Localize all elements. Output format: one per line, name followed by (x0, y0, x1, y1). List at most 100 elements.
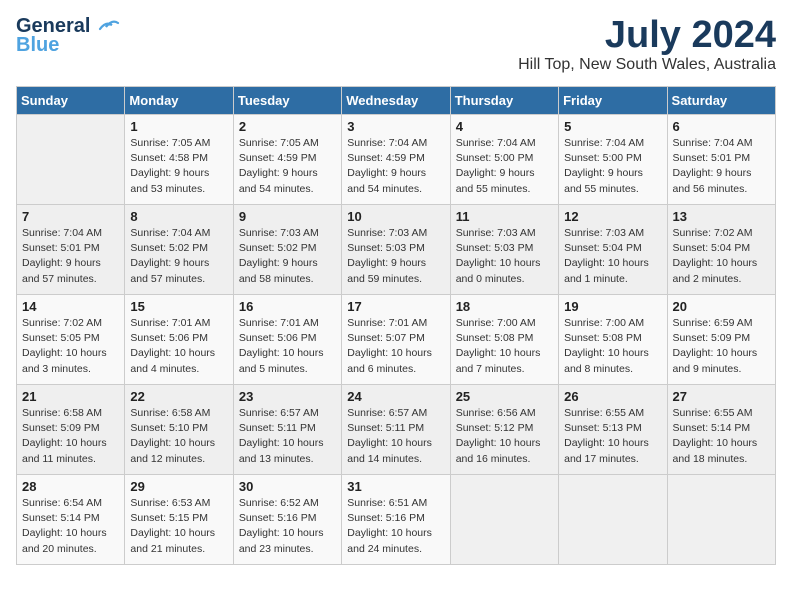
day-info: Sunrise: 7:05 AMSunset: 4:59 PMDaylight:… (239, 136, 336, 197)
calendar-header-row: SundayMondayTuesdayWednesdayThursdayFrid… (17, 87, 776, 115)
calendar-cell: 26 Sunrise: 6:55 AMSunset: 5:13 PMDayligh… (559, 385, 667, 475)
day-number: 8 (130, 209, 227, 224)
day-info: Sunrise: 7:04 AMSunset: 5:02 PMDaylight:… (130, 226, 227, 287)
day-info: Sunrise: 7:04 AMSunset: 5:00 PMDaylight:… (456, 136, 553, 197)
calendar-cell: 13 Sunrise: 7:02 AMSunset: 5:04 PMDayligh… (667, 205, 775, 295)
calendar-cell: 24 Sunrise: 6:57 AMSunset: 5:11 PMDayligh… (342, 385, 450, 475)
day-info: Sunrise: 6:55 AMSunset: 5:14 PMDaylight:… (673, 406, 770, 467)
day-number: 27 (673, 389, 770, 404)
calendar-cell: 16 Sunrise: 7:01 AMSunset: 5:06 PMDayligh… (233, 295, 341, 385)
day-info: Sunrise: 6:58 AMSunset: 5:09 PMDaylight:… (22, 406, 119, 467)
day-number: 10 (347, 209, 444, 224)
calendar-week-5: 28Sunrise: 6:54 AMSunset: 5:14 PMDayligh… (17, 475, 776, 565)
day-number: 16 (239, 299, 336, 314)
calendar-cell: 21 Sunrise: 6:58 AMSunset: 5:09 PMDayligh… (17, 385, 125, 475)
day-header-sunday: Sunday (17, 87, 125, 115)
page-header: General Blue July 2024 Hill Top, New Sou… (16, 16, 776, 74)
day-number: 24 (347, 389, 444, 404)
day-number: 13 (673, 209, 770, 224)
day-info: Sunrise: 6:59 AMSunset: 5:09 PMDaylight:… (673, 316, 770, 377)
day-number: 3 (347, 119, 444, 134)
day-number: 6 (673, 119, 770, 134)
calendar-cell: 10Sunrise: 7:03 AMSunset: 5:03 PMDayligh… (342, 205, 450, 295)
calendar-cell: 28Sunrise: 6:54 AMSunset: 5:14 PMDayligh… (17, 475, 125, 565)
day-info: Sunrise: 7:00 AMSunset: 5:08 PMDaylight:… (456, 316, 553, 377)
day-header-saturday: Saturday (667, 87, 775, 115)
day-info: Sunrise: 6:58 AMSunset: 5:10 PMDaylight:… (130, 406, 227, 467)
day-number: 20 (673, 299, 770, 314)
calendar-cell: 12 Sunrise: 7:03 AMSunset: 5:04 PMDayligh… (559, 205, 667, 295)
day-info: Sunrise: 7:01 AMSunset: 5:07 PMDaylight:… (347, 316, 444, 377)
calendar-cell (17, 115, 125, 205)
day-number: 1 (130, 119, 227, 134)
day-header-monday: Monday (125, 87, 233, 115)
day-number: 5 (564, 119, 661, 134)
calendar-cell: 18 Sunrise: 7:00 AMSunset: 5:08 PMDayligh… (450, 295, 558, 385)
day-number: 7 (22, 209, 119, 224)
calendar-cell: 29Sunrise: 6:53 AMSunset: 5:15 PMDayligh… (125, 475, 233, 565)
day-info: Sunrise: 7:00 AMSunset: 5:08 PMDaylight:… (564, 316, 661, 377)
day-info: Sunrise: 6:54 AMSunset: 5:14 PMDaylight:… (22, 496, 119, 557)
day-number: 21 (22, 389, 119, 404)
calendar-body: 1 Sunrise: 7:05 AMSunset: 4:58 PMDaylight… (17, 115, 776, 565)
day-number: 11 (456, 209, 553, 224)
day-number: 22 (130, 389, 227, 404)
calendar-cell: 1 Sunrise: 7:05 AMSunset: 4:58 PMDaylight… (125, 115, 233, 205)
calendar-cell: 31 Sunrise: 6:51 AMSunset: 5:16 PMDayligh… (342, 475, 450, 565)
calendar-cell: 27 Sunrise: 6:55 AMSunset: 5:14 PMDayligh… (667, 385, 775, 475)
day-info: Sunrise: 7:05 AMSunset: 4:58 PMDaylight:… (130, 136, 227, 197)
day-number: 18 (456, 299, 553, 314)
calendar-week-1: 1 Sunrise: 7:05 AMSunset: 4:58 PMDaylight… (17, 115, 776, 205)
day-info: Sunrise: 6:55 AMSunset: 5:13 PMDaylight:… (564, 406, 661, 467)
bird-icon (98, 19, 120, 35)
day-number: 30 (239, 479, 336, 494)
day-header-wednesday: Wednesday (342, 87, 450, 115)
day-info: Sunrise: 7:03 AMSunset: 5:02 PMDaylight:… (239, 226, 336, 287)
day-info: Sunrise: 7:02 AMSunset: 5:04 PMDaylight:… (673, 226, 770, 287)
calendar-cell: 23 Sunrise: 6:57 AMSunset: 5:11 PMDayligh… (233, 385, 341, 475)
day-header-thursday: Thursday (450, 87, 558, 115)
day-number: 31 (347, 479, 444, 494)
logo-blue: Blue (16, 34, 59, 57)
day-number: 17 (347, 299, 444, 314)
day-info: Sunrise: 6:51 AMSunset: 5:16 PMDaylight:… (347, 496, 444, 557)
day-info: Sunrise: 7:04 AMSunset: 4:59 PMDaylight:… (347, 136, 444, 197)
logo: General Blue (16, 16, 120, 57)
day-info: Sunrise: 6:57 AMSunset: 5:11 PMDaylight:… (347, 406, 444, 467)
day-number: 26 (564, 389, 661, 404)
day-info: Sunrise: 6:57 AMSunset: 5:11 PMDaylight:… (239, 406, 336, 467)
calendar-cell (667, 475, 775, 565)
day-number: 12 (564, 209, 661, 224)
day-info: Sunrise: 7:04 AMSunset: 5:00 PMDaylight:… (564, 136, 661, 197)
day-number: 19 (564, 299, 661, 314)
calendar-cell: 7 Sunrise: 7:04 AMSunset: 5:01 PMDaylight… (17, 205, 125, 295)
day-number: 9 (239, 209, 336, 224)
calendar-cell (559, 475, 667, 565)
calendar-cell: 19 Sunrise: 7:00 AMSunset: 5:08 PMDayligh… (559, 295, 667, 385)
calendar-cell: 30 Sunrise: 6:52 AMSunset: 5:16 PMDayligh… (233, 475, 341, 565)
calendar-week-3: 14 Sunrise: 7:02 AMSunset: 5:05 PMDayligh… (17, 295, 776, 385)
title-block: July 2024 Hill Top, New South Wales, Aus… (518, 16, 776, 74)
day-info: Sunrise: 6:53 AMSunset: 5:15 PMDaylight:… (130, 496, 227, 557)
day-info: Sunrise: 7:02 AMSunset: 5:05 PMDaylight:… (22, 316, 119, 377)
calendar-cell: 11Sunrise: 7:03 AMSunset: 5:03 PMDayligh… (450, 205, 558, 295)
calendar-table: SundayMondayTuesdayWednesdayThursdayFrid… (16, 86, 776, 565)
day-info: Sunrise: 7:01 AMSunset: 5:06 PMDaylight:… (130, 316, 227, 377)
calendar-cell: 25Sunrise: 6:56 AMSunset: 5:12 PMDayligh… (450, 385, 558, 475)
day-info: Sunrise: 7:04 AMSunset: 5:01 PMDaylight:… (22, 226, 119, 287)
day-number: 25 (456, 389, 553, 404)
day-number: 15 (130, 299, 227, 314)
calendar-cell: 2 Sunrise: 7:05 AMSunset: 4:59 PMDaylight… (233, 115, 341, 205)
day-info: Sunrise: 7:04 AMSunset: 5:01 PMDaylight:… (673, 136, 770, 197)
day-number: 23 (239, 389, 336, 404)
month-title: July 2024 (518, 16, 776, 54)
day-info: Sunrise: 7:03 AMSunset: 5:04 PMDaylight:… (564, 226, 661, 287)
calendar-cell: 5 Sunrise: 7:04 AMSunset: 5:00 PMDaylight… (559, 115, 667, 205)
calendar-cell: 15 Sunrise: 7:01 AMSunset: 5:06 PMDayligh… (125, 295, 233, 385)
day-info: Sunrise: 6:52 AMSunset: 5:16 PMDaylight:… (239, 496, 336, 557)
day-number: 2 (239, 119, 336, 134)
calendar-cell: 8 Sunrise: 7:04 AMSunset: 5:02 PMDaylight… (125, 205, 233, 295)
day-info: Sunrise: 7:01 AMSunset: 5:06 PMDaylight:… (239, 316, 336, 377)
day-header-tuesday: Tuesday (233, 87, 341, 115)
day-number: 14 (22, 299, 119, 314)
